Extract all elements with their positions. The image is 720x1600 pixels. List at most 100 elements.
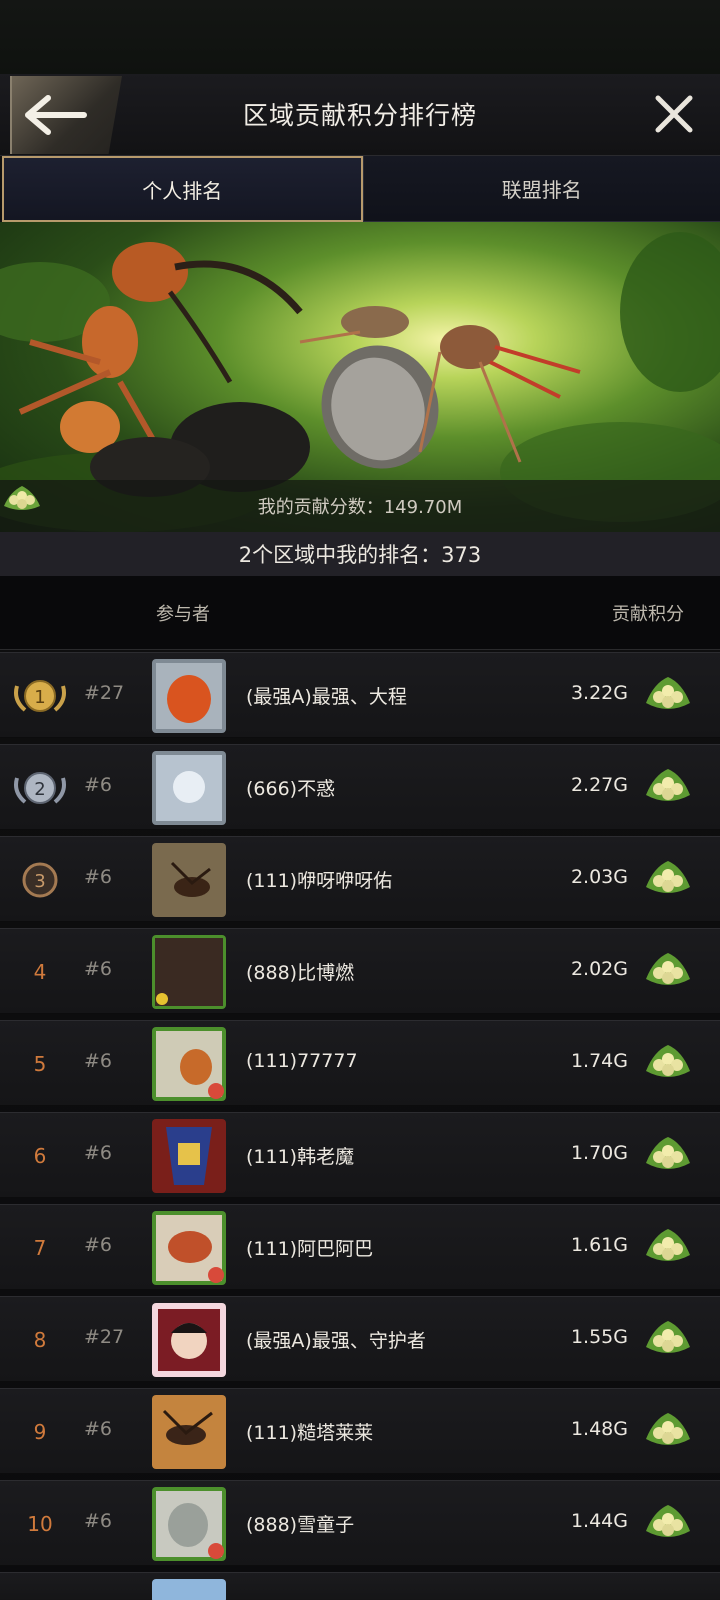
ranking-row[interactable]: 8 #27 (最强A)最强、守护者 1.55G (0, 1296, 720, 1382)
region-tag: #6 (84, 1234, 113, 1256)
flower-points-icon (646, 769, 690, 801)
ranking-row[interactable]: 7 #6 (111)阿巴阿巴 1.61G (0, 1204, 720, 1290)
rank-number: 6 (33, 1144, 47, 1168)
flower-points-icon (646, 1321, 690, 1353)
rank-number: 4 (33, 960, 47, 984)
svg-text:3: 3 (34, 871, 45, 892)
rank-badge: 8 (6, 1297, 74, 1383)
ranking-row[interactable]: 2 #6 (666)不惑 2.27G (0, 744, 720, 830)
flower-points-icon (646, 1505, 690, 1537)
flower-points-icon (646, 861, 690, 893)
my-score-bar: 我的贡献分数：149.70M (0, 480, 720, 532)
rank-badge: 10 (6, 1481, 74, 1567)
avatar[interactable] (152, 1487, 226, 1561)
avatar[interactable] (152, 659, 226, 733)
column-score: 贡献积分 (612, 604, 684, 625)
column-participant: 参与者 (156, 604, 210, 625)
event-banner: 我的贡献分数：149.70M (0, 222, 720, 532)
ranking-row[interactable]: 9 #6 (111)糙塔莱莱 1.48G (0, 1388, 720, 1474)
participant-name: (最强A)最强、守护者 (246, 1330, 426, 1352)
flower-points-icon (646, 1137, 690, 1169)
flower-points-icon (646, 1229, 690, 1261)
region-tag: #6 (84, 774, 113, 796)
ranking-row[interactable]: 1 #27 (最强A)最强、大程 3.22G (0, 652, 720, 738)
avatar[interactable] (152, 1211, 226, 1285)
rank-number: 5 (33, 1052, 47, 1076)
ranking-tabs: 个人排名 联盟排名 (0, 156, 720, 222)
ranking-row[interactable]: 3 #6 (111)咿呀咿呀佑 2.03G (0, 836, 720, 922)
rank-badge: 1 (6, 653, 74, 739)
rank-badge: 2 (6, 745, 74, 831)
ranking-row[interactable]: 5 #6 (111)77777 1.74G (0, 1020, 720, 1106)
rank-badge: 5 (6, 1021, 74, 1107)
rank-badge: 9 (6, 1389, 74, 1475)
flower-points-icon (4, 486, 40, 510)
avatar[interactable] (152, 1119, 226, 1193)
participant-name: (111)阿巴阿巴 (246, 1238, 374, 1260)
score-value: 3.22G (570, 682, 628, 704)
bronze-medal-icon: 3 (22, 862, 58, 898)
gold-medal-icon: 1 (14, 680, 66, 712)
rank-badge: 3 (6, 837, 74, 923)
region-tag: #6 (84, 1050, 113, 1072)
page-title: 区域贡献积分排行榜 (242, 101, 477, 130)
rank-number: 10 (27, 1512, 53, 1536)
region-tag: #27 (84, 1326, 125, 1348)
flower-points-icon (646, 953, 690, 985)
my-score-text: 我的贡献分数：149.70M (257, 497, 463, 518)
score-value: 1.44G (570, 1510, 628, 1532)
ranking-row[interactable]: 6 #6 (111)韩老魔 1.70G (0, 1112, 720, 1198)
score-value: 2.27G (570, 774, 628, 796)
score-value: 1.74G (570, 1050, 628, 1072)
avatar[interactable] (152, 1395, 226, 1469)
participant-name: (666)不惑 (246, 778, 336, 800)
ranking-list: 1 #27 (最强A)最强、大程 3.22G 2 #6 (666)不惑 2.27… (0, 652, 720, 1600)
rank-number: 8 (33, 1328, 47, 1352)
status-bar (0, 0, 720, 74)
participant-name: (最强A)最强、大程 (246, 686, 407, 708)
rank-number: 7 (33, 1236, 47, 1260)
score-value: 2.02G (570, 958, 628, 980)
score-value: 1.70G (570, 1142, 628, 1164)
participant-name: (111)咿呀咿呀佑 (246, 870, 393, 892)
svg-text:2: 2 (34, 779, 45, 800)
score-value: 2.03G (570, 866, 628, 888)
avatar[interactable] (152, 935, 226, 1009)
participant-name: (888)比博燃 (246, 962, 355, 984)
flower-points-icon (646, 677, 690, 709)
flower-points-icon (646, 1413, 690, 1445)
participant-name: (111)韩老魔 (246, 1146, 355, 1168)
leaderboard-screen: 区域贡献积分排行榜 个人排名 联盟排名 我的贡献分数：149.70M 2个区域中… (0, 0, 720, 1600)
region-tag: #6 (84, 1510, 113, 1532)
avatar[interactable] (152, 1579, 226, 1600)
region-rank-bar: 2个区域中我的排名：373 (0, 532, 720, 576)
participant-name: (111)糙塔莱莱 (246, 1422, 374, 1444)
avatar[interactable] (152, 751, 226, 825)
close-icon[interactable] (652, 92, 696, 136)
ranking-row[interactable]: 10 #6 (888)雪童子 1.44G (0, 1480, 720, 1566)
participant-name: (888)雪童子 (246, 1514, 355, 1536)
tab-personal-ranking[interactable]: 个人排名 (2, 156, 363, 222)
silver-medal-icon: 2 (14, 772, 66, 804)
avatar[interactable] (152, 843, 226, 917)
ranking-row[interactable] (0, 1572, 720, 1600)
ranking-row[interactable]: 4 #6 (888)比博燃 2.02G (0, 928, 720, 1014)
score-value: 1.61G (570, 1234, 628, 1256)
rank-number: 9 (33, 1420, 47, 1444)
avatar[interactable] (152, 1027, 226, 1101)
list-header: 参与者 贡献积分 (0, 576, 720, 650)
participant-name: (111)77777 (246, 1050, 358, 1072)
score-value: 1.48G (570, 1418, 628, 1440)
header-bar: 区域贡献积分排行榜 (0, 74, 720, 156)
svg-text:1: 1 (34, 687, 45, 708)
region-tag: #6 (84, 1142, 113, 1164)
region-tag: #6 (84, 1418, 113, 1440)
rank-badge: 4 (6, 929, 74, 1015)
region-tag: #6 (84, 866, 113, 888)
rank-badge: 7 (6, 1205, 74, 1291)
region-tag: #6 (84, 958, 113, 980)
region-tag: #27 (84, 682, 125, 704)
score-value: 1.55G (570, 1326, 628, 1348)
tab-alliance-ranking[interactable]: 联盟排名 (362, 156, 720, 222)
avatar[interactable] (152, 1303, 226, 1377)
